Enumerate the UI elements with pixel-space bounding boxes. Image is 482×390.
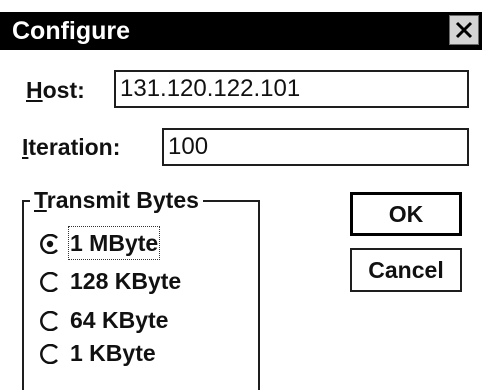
close-button[interactable] xyxy=(449,15,479,45)
host-input[interactable]: 131.120.122.101 xyxy=(114,70,469,108)
iteration-label: Iteration: xyxy=(22,134,121,160)
radio-option-1mbyte[interactable]: 1 MByte xyxy=(34,226,244,260)
radio-option-1kbyte[interactable]: 1 KByte xyxy=(34,338,244,370)
ok-button[interactable]: OK xyxy=(350,192,462,236)
radio-unselected-icon xyxy=(40,344,58,364)
radio-label: 1 KByte xyxy=(70,340,156,366)
radio-label: 128 KByte xyxy=(70,268,182,294)
radio-unselected-icon xyxy=(40,272,58,292)
radio-selected-icon xyxy=(40,234,58,254)
radio-option-128kbyte[interactable]: 128 KByte xyxy=(34,266,244,298)
radio-unselected-icon xyxy=(40,311,58,331)
close-icon xyxy=(455,21,473,39)
title-bar: Configure xyxy=(0,12,482,50)
window-title: Configure xyxy=(12,17,131,45)
cancel-button[interactable]: Cancel xyxy=(350,248,462,292)
groupbox-right-edge xyxy=(258,200,260,390)
radio-label: 1 MByte xyxy=(67,226,161,260)
host-label: Host: xyxy=(26,77,85,103)
transmit-bytes-title: Transmit Bytes xyxy=(30,186,203,214)
radio-option-64kbyte[interactable]: 64 KByte xyxy=(34,305,244,337)
radio-label: 64 KByte xyxy=(70,307,169,333)
iteration-input[interactable]: 100 xyxy=(162,128,469,166)
